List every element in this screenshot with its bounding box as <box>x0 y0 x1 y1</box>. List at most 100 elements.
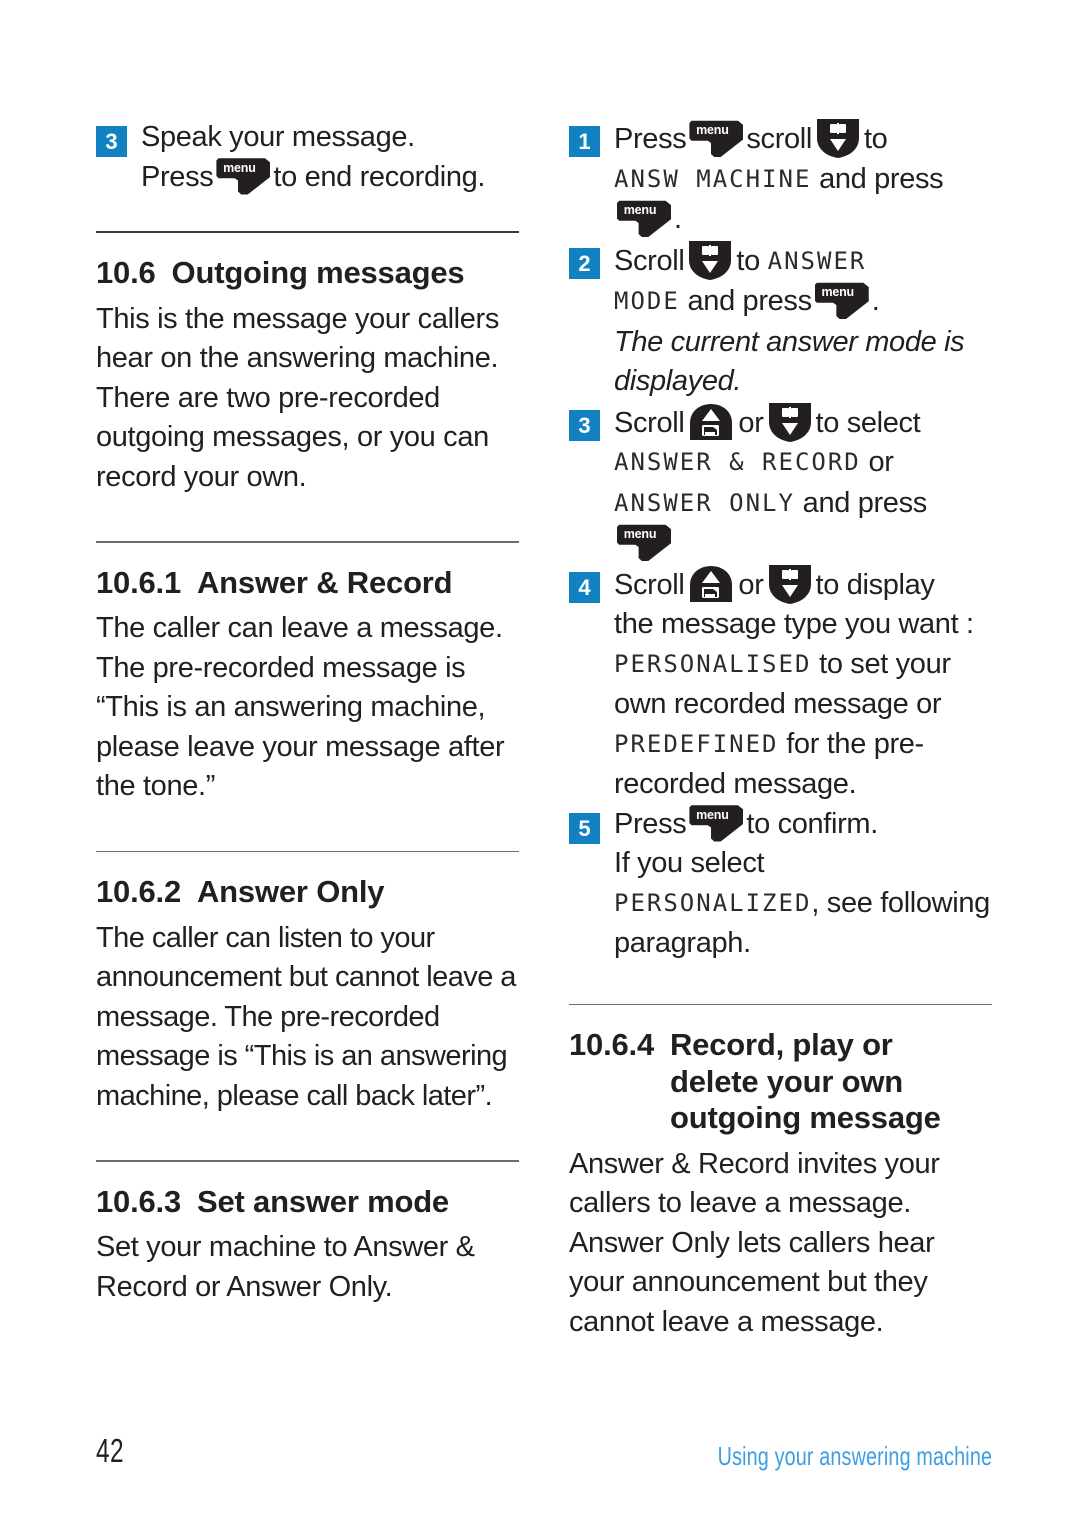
step-3-to-select-label: to select <box>815 406 921 439</box>
step-number-badge: 2 <box>569 247 600 279</box>
step-1-press-label: Press <box>614 123 687 155</box>
menu-key-icon: menu <box>689 120 744 157</box>
step-3-left: 3 Speak your message. Press menu to end re… <box>96 118 519 197</box>
manual-page: 3 Speak your message. Press menu to end re… <box>0 0 1080 1525</box>
heading-10-6-4: 10.6.4 Record, play or delete your own o… <box>569 1027 992 1137</box>
step-2-right: 2 Scroll to ANSWER MODE and press menu. Th… <box>569 240 992 402</box>
paragraph-10-6: This is the message your callers hear on… <box>96 302 500 493</box>
step-2-period: . <box>871 285 880 317</box>
paragraph-10-6-2: The caller can listen to your announceme… <box>96 921 516 1112</box>
heading-10-6-1-title: Answer & Record <box>197 564 453 600</box>
heading-10-6-title: Outgoing messages <box>171 255 465 290</box>
step-3-end-label: to end recording. <box>273 160 486 193</box>
step-5-press-label: Press <box>614 807 687 840</box>
heading-10-6-4-line3: outgoing message <box>670 1100 941 1136</box>
heading-10-6-3-title: Set answer mode <box>197 1183 449 1219</box>
step-number-badge: 4 <box>569 571 600 603</box>
step-1-period: . <box>674 203 682 235</box>
scroll-down-key-icon <box>816 118 860 159</box>
menu-key-label: menu <box>623 203 657 217</box>
page-footer: 42 Using your answering machine <box>0 1432 1080 1492</box>
step-2-and-press-label: and press <box>687 285 813 317</box>
step-4-to-display-label: to display <box>815 568 935 601</box>
step-4-message-type-label: the message type you want : <box>614 608 974 640</box>
step-2-text: Scroll to ANSWER MODE and press menu. The … <box>614 240 992 402</box>
lcd-text-mode: MODE <box>614 287 680 315</box>
step-number-badge: 3 <box>569 409 600 441</box>
heading-10-6-1-number: 10.6.1 <box>96 564 181 600</box>
menu-key-icon: menu <box>216 158 271 195</box>
paragraph-10-6-3: Set your machine to Answer & Record or A… <box>96 1231 475 1303</box>
lcd-text-personalised: PERSONALISED <box>614 649 812 678</box>
heading-10-6-4-line1: Record, play or <box>670 1027 893 1062</box>
step-3-right-text: Scroll or to select ANSWER & RECORD or ANS… <box>614 402 992 564</box>
step-1-to-label: to <box>863 123 888 155</box>
step-3-or-label: or <box>738 406 764 439</box>
step-number-badge: 3 <box>96 126 127 157</box>
step-3-text: Speak your message. Press menu to end reco… <box>141 118 519 197</box>
page-number: 42 <box>96 1432 124 1469</box>
menu-key-icon: menu <box>617 200 671 237</box>
step-5-right: 5 Press menu to confirm. If you select PER… <box>569 805 992 964</box>
step-3-scroll-label: Scroll <box>614 406 685 439</box>
section-divider <box>569 1003 992 1005</box>
step-4-scroll-label: Scroll <box>614 568 685 601</box>
lcd-text-answer-and-record: ANSWER & RECORD <box>614 448 861 476</box>
heading-10-6-2-number: 10.6.2 <box>96 874 181 910</box>
step-3-and-press-label: and press <box>802 486 928 519</box>
menu-key-label: menu <box>623 527 657 541</box>
step-5-text: Press menu to confirm. If you select PERSO… <box>614 805 992 964</box>
section-divider <box>96 850 519 853</box>
heading-10-6-3: 10.6.3 Set answer mode <box>96 1184 519 1221</box>
scroll-down-key-icon <box>768 402 812 443</box>
step-number-badge: 1 <box>569 126 600 157</box>
section-divider <box>96 231 519 233</box>
step-5-if-select-label: If you select <box>614 847 765 879</box>
lcd-text-answer-only: ANSWER ONLY <box>614 488 795 517</box>
step-3-press-label: Press <box>141 160 214 193</box>
heading-10-6-2-title: Answer Only <box>197 874 385 910</box>
scroll-up-key-icon <box>688 565 734 603</box>
paragraph-10-6-4: Answer & Record invites your callers to … <box>569 1147 940 1338</box>
heading-10-6-3-number: 10.6.3 <box>96 1183 181 1219</box>
menu-key-icon: menu <box>689 805 744 842</box>
step-3-or-label-2: or <box>868 446 894 478</box>
menu-key-icon: menu <box>814 282 869 319</box>
footer-chapter-title: Using your answering machine <box>717 1441 992 1471</box>
heading-10-6-1: 10.6.1 Answer & Record <box>96 565 519 602</box>
two-column-layout: 3 Speak your message. Press menu to end re… <box>96 118 992 1342</box>
step-2-scroll-label: Scroll <box>614 244 685 277</box>
heading-10-6-4-line2: delete your own <box>670 1063 903 1099</box>
step-3-right: 3 Scroll or to select ANSWER & RECORD or A… <box>569 402 992 564</box>
left-column: 3 Speak your message. Press menu to end re… <box>96 118 519 1342</box>
scroll-down-key-icon <box>768 564 812 605</box>
step-4-right: 4 Scroll or to display the message type yo… <box>569 564 992 805</box>
scroll-up-key-icon <box>688 403 734 441</box>
step-1-text: Press menu scroll to ANSW MACHINE and press… <box>614 118 992 240</box>
step-5-confirm-label: to confirm. <box>746 807 878 840</box>
menu-key-icon: menu <box>617 524 671 561</box>
step-3-line1: Speak your message. <box>141 121 415 153</box>
heading-10-6-2: 10.6.2 Answer Only <box>96 874 519 911</box>
menu-key-label: menu <box>223 160 256 175</box>
step-4-or-label: or <box>738 568 764 601</box>
step-1-and-press-label: and press <box>819 162 944 195</box>
paragraph-10-6-1: The caller can leave a message. The pre-… <box>96 612 505 803</box>
menu-key-label: menu <box>696 807 729 822</box>
heading-10-6: 10.6 Outgoing messages <box>96 255 519 292</box>
lcd-text-personalized: PERSONALIZED <box>614 888 812 917</box>
menu-key-label: menu <box>821 285 854 299</box>
step-2-to-label: to <box>736 244 760 277</box>
step-1-right: 1 Press menu scroll to ANSW MACHINE and pre… <box>569 118 992 240</box>
heading-10-6-4-title: Record, play or delete your own outgoing… <box>670 1027 992 1137</box>
scroll-down-key-icon <box>688 240 732 281</box>
step-2-note: The current answer mode is displayed. <box>614 325 965 398</box>
section-divider <box>96 1160 519 1162</box>
lcd-text-answ-machine: ANSW MACHINE <box>614 164 812 193</box>
lcd-text-predefined: PREDEFINED <box>614 729 779 758</box>
step-4-text: Scroll or to display the message type you … <box>614 564 992 805</box>
step-1-scroll-label: scroll <box>746 123 812 155</box>
section-divider <box>96 541 519 543</box>
menu-key-label: menu <box>696 123 729 137</box>
heading-10-6-number: 10.6 <box>96 255 156 290</box>
